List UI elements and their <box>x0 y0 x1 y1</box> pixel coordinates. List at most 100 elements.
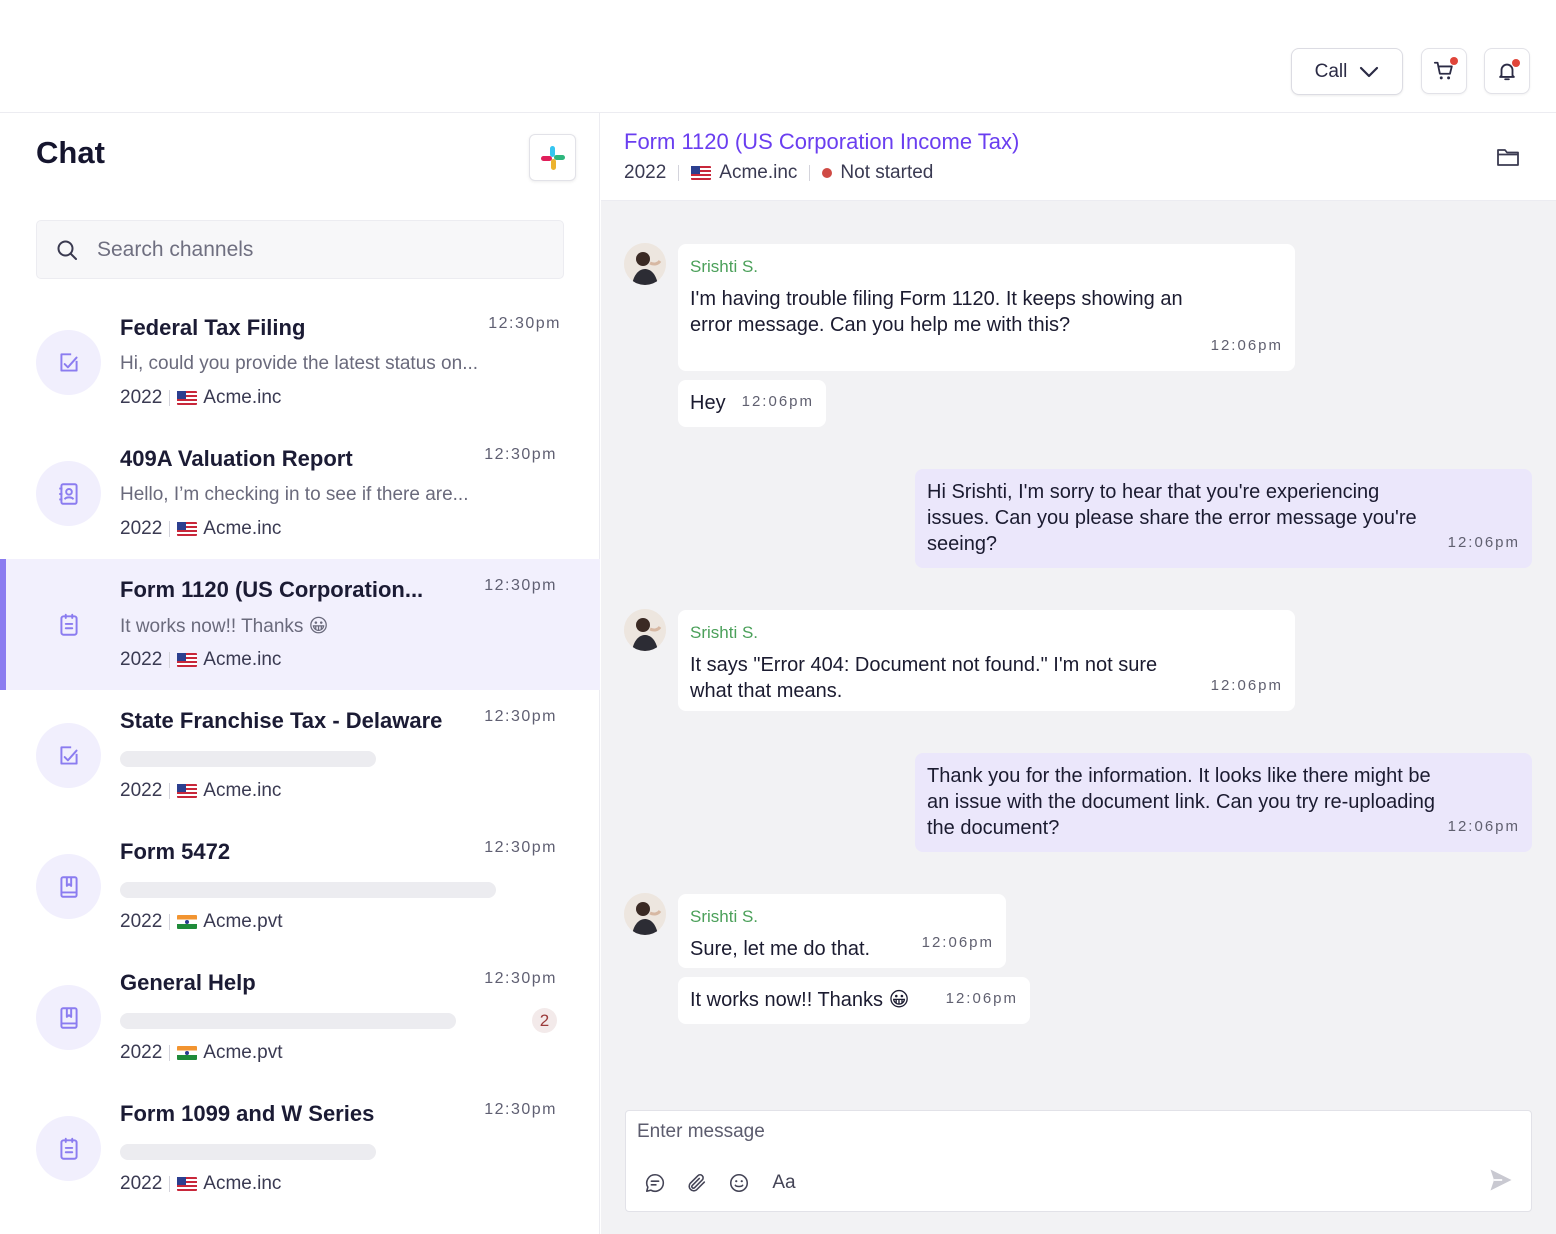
channel-item[interactable]: General Help 12:30pm 2 2022 Acme.pvt <box>0 952 600 1083</box>
channel-item[interactable]: Form 5472 12:30pm 2022 Acme.pvt <box>0 821 600 952</box>
notepad-icon <box>59 613 78 636</box>
bell-notification-dot <box>1512 59 1520 67</box>
channel-year: 2022 <box>120 387 163 408</box>
cart-button[interactable] <box>1421 48 1467 94</box>
us-flag-icon <box>177 1177 198 1191</box>
conversation-company: Acme.inc <box>719 162 798 183</box>
slack-button[interactable] <box>529 134 576 181</box>
channel-meta: 2022 Acme.pvt <box>120 911 282 933</box>
message-bubble-incoming: Srishti S. I'm having trouble filing For… <box>678 244 1295 371</box>
slack-icon <box>540 145 565 170</box>
message-author: Srishti S. <box>690 623 759 642</box>
channel-year: 2022 <box>120 911 163 932</box>
message-text: Hi Srishti, I'm sorry to hear that you'r… <box>927 481 1417 555</box>
channel-sidebar: Chat Federal Tax Filing 12:30pm Hi, coul… <box>0 113 600 1234</box>
quick-reply-button[interactable] <box>643 1171 667 1195</box>
india-flag-icon <box>177 915 198 929</box>
preview-placeholder <box>120 1013 456 1029</box>
text-format-button[interactable]: Aa <box>768 1171 800 1195</box>
meta-divider <box>169 1176 171 1192</box>
conversation-header: Form 1120 (US Corporation Income Tax) 20… <box>601 113 1556 201</box>
channel-time: 12:30pm <box>484 970 557 987</box>
channel-year: 2022 <box>120 518 163 539</box>
channel-meta: 2022 Acme.inc <box>120 649 281 671</box>
channel-year: 2022 <box>120 780 163 801</box>
send-button[interactable] <box>1487 1166 1515 1194</box>
channel-year: 2022 <box>120 1173 163 1194</box>
conversation-title[interactable]: Form 1120 (US Corporation Income Tax) <box>624 129 1019 155</box>
search-input[interactable] <box>97 237 517 262</box>
task-check-icon <box>59 745 78 765</box>
channel-item[interactable]: 409A Valuation Report 12:30pm Hello, I’m… <box>0 428 600 559</box>
meta-divider <box>169 783 171 799</box>
channel-item[interactable]: Form 1099 and W Series 12:30pm 2022 Acme… <box>0 1083 600 1214</box>
us-flag-icon <box>691 166 712 180</box>
channel-time: 12:30pm <box>488 315 561 332</box>
channel-name: 409A Valuation Report <box>120 446 353 471</box>
preview-placeholder <box>120 882 496 898</box>
channel-preview: Hi, could you provide the latest status … <box>120 353 479 374</box>
channel-list: Federal Tax Filing 12:30pm Hi, could you… <box>0 297 600 1214</box>
channel-item[interactable]: State Franchise Tax - Delaware 12:30pm 2… <box>0 690 600 821</box>
preview-placeholder <box>120 751 376 767</box>
user-avatar <box>624 893 666 935</box>
meta-divider <box>169 390 171 406</box>
folder-button[interactable] <box>1496 146 1520 173</box>
channel-time: 12:30pm <box>484 577 557 594</box>
us-flag-icon <box>177 522 198 536</box>
channel-meta: 2022 Acme.pvt <box>120 1042 282 1064</box>
meta-divider <box>809 165 811 181</box>
book-icon <box>59 875 78 898</box>
message-bubble-incoming: Srishti S. Sure, let me do that. 12:06pm <box>678 894 1006 968</box>
notepad-icon <box>59 1137 78 1160</box>
message-author: Srishti S. <box>690 907 759 926</box>
message-input[interactable] <box>637 1121 1437 1143</box>
conversation-status: Not started <box>840 162 934 183</box>
task-check-icon <box>59 352 78 372</box>
channel-time: 12:30pm <box>484 446 557 463</box>
us-flag-icon <box>177 391 198 405</box>
user-photo-icon <box>624 609 666 651</box>
channel-name: Federal Tax Filing <box>120 315 306 340</box>
send-icon <box>1490 1169 1512 1191</box>
meta-divider <box>169 1045 171 1061</box>
user-photo-icon <box>624 243 666 285</box>
attach-button[interactable] <box>685 1171 709 1195</box>
emoji-button[interactable] <box>727 1171 751 1195</box>
user-photo-icon <box>624 893 666 935</box>
meta-divider <box>678 165 680 181</box>
preview-placeholder <box>120 1144 376 1160</box>
unread-badge: 2 <box>532 1008 557 1033</box>
channel-item[interactable]: Federal Tax Filing 12:30pm Hi, could you… <box>0 297 600 428</box>
message-time: 12:06pm <box>921 934 994 951</box>
meta-divider <box>169 521 171 537</box>
message-composer: Aa <box>625 1110 1532 1212</box>
conversation-panel: Form 1120 (US Corporation Income Tax) 20… <box>601 113 1556 1234</box>
channel-item-active[interactable]: Form 1120 (US Corporation... 12:30pm It … <box>0 559 600 690</box>
message-time: 12:06pm <box>1447 818 1520 835</box>
message-time: 12:06pm <box>741 393 814 410</box>
call-button[interactable]: Call <box>1291 48 1403 95</box>
channel-avatar <box>36 985 101 1050</box>
channel-company: Acme.inc <box>203 387 282 408</box>
meta-divider <box>169 914 171 930</box>
notifications-button[interactable] <box>1484 48 1530 94</box>
channel-company: Acme.inc <box>203 518 282 539</box>
chevron-down-icon <box>1360 66 1379 77</box>
channel-avatar <box>36 461 101 526</box>
message-text: It works now!! Thanks 😀 <box>690 989 910 1011</box>
message-text: I'm having trouble filing Form 1120. It … <box>690 288 1183 336</box>
channel-time: 12:30pm <box>484 708 557 725</box>
message-bubble-incoming: Srishti S. It says "Error 404: Document … <box>678 610 1295 711</box>
user-avatar <box>624 609 666 651</box>
top-bar: Call <box>0 0 1556 113</box>
search-box <box>36 220 564 279</box>
india-flag-icon <box>177 1046 198 1060</box>
channel-avatar <box>36 1116 101 1181</box>
chat-bubble-icon <box>645 1173 665 1193</box>
channel-meta: 2022 Acme.inc <box>120 518 281 540</box>
message-bubble-incoming: Hey 12:06pm <box>678 380 826 427</box>
channel-meta: 2022 Acme.inc <box>120 1173 281 1195</box>
search-icon <box>57 240 77 260</box>
channel-time: 12:30pm <box>484 839 557 856</box>
